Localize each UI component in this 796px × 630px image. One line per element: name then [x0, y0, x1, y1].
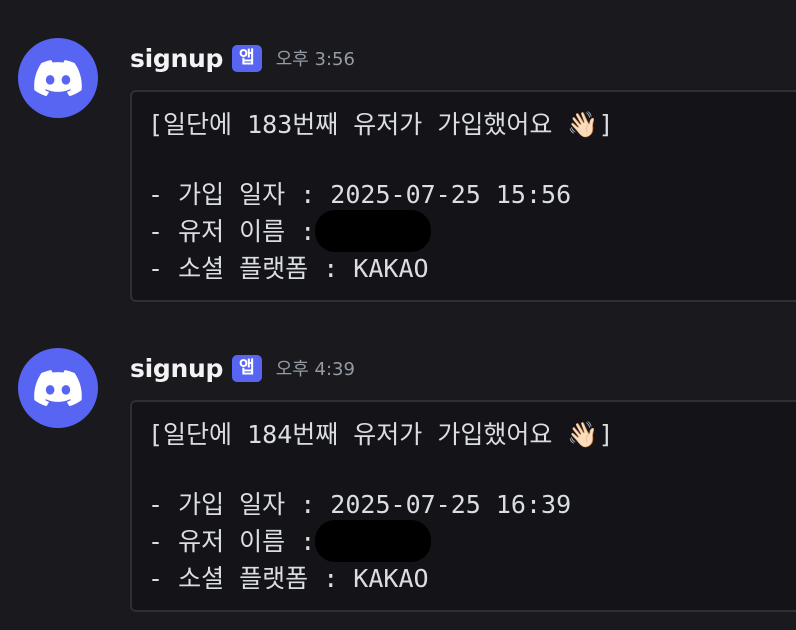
user-name-label: - 유저 이름 : — [148, 527, 316, 556]
signup-title-line: [일단에 183번째 유저가 가입했어요 👋🏻] — [148, 110, 614, 139]
discord-logo-icon — [34, 60, 82, 96]
code-block: [일단에 184번째 유저가 가입했어요 👋🏻] - 가입 일자 : 2025-… — [130, 400, 796, 612]
discord-logo-icon — [34, 370, 82, 406]
message-header: signup 앱 오후 3:56 — [130, 42, 355, 74]
redacted-username — [315, 520, 432, 562]
avatar[interactable] — [18, 348, 98, 428]
app-badge: 앱 — [232, 44, 262, 72]
user-name-row: - 유저 이름 : — [148, 210, 796, 252]
redacted-username — [315, 210, 432, 252]
avatar[interactable] — [18, 38, 98, 118]
join-date-line: - 가입 일자 : 2025-07-25 15:56 — [148, 180, 572, 209]
social-platform-line: - 소셜 플랫폼 : KAKAO — [148, 254, 429, 283]
code-block: [일단에 183번째 유저가 가입했어요 👋🏻] - 가입 일자 : 2025-… — [130, 90, 796, 302]
user-name-label: - 유저 이름 : — [148, 217, 316, 246]
join-date-line: - 가입 일자 : 2025-07-25 16:39 — [148, 490, 572, 519]
username[interactable]: signup — [130, 354, 223, 383]
timestamp[interactable]: 오후 4:39 — [276, 355, 355, 381]
app-badge: 앱 — [232, 354, 262, 382]
social-platform-line: - 소셜 플랫폼 : KAKAO — [148, 564, 429, 593]
signup-title-line: [일단에 184번째 유저가 가입했어요 👋🏻] — [148, 420, 614, 449]
user-name-row: - 유저 이름 : — [148, 520, 796, 562]
message-header: signup 앱 오후 4:39 — [130, 352, 355, 384]
timestamp[interactable]: 오후 3:56 — [276, 45, 355, 71]
username[interactable]: signup — [130, 44, 223, 73]
